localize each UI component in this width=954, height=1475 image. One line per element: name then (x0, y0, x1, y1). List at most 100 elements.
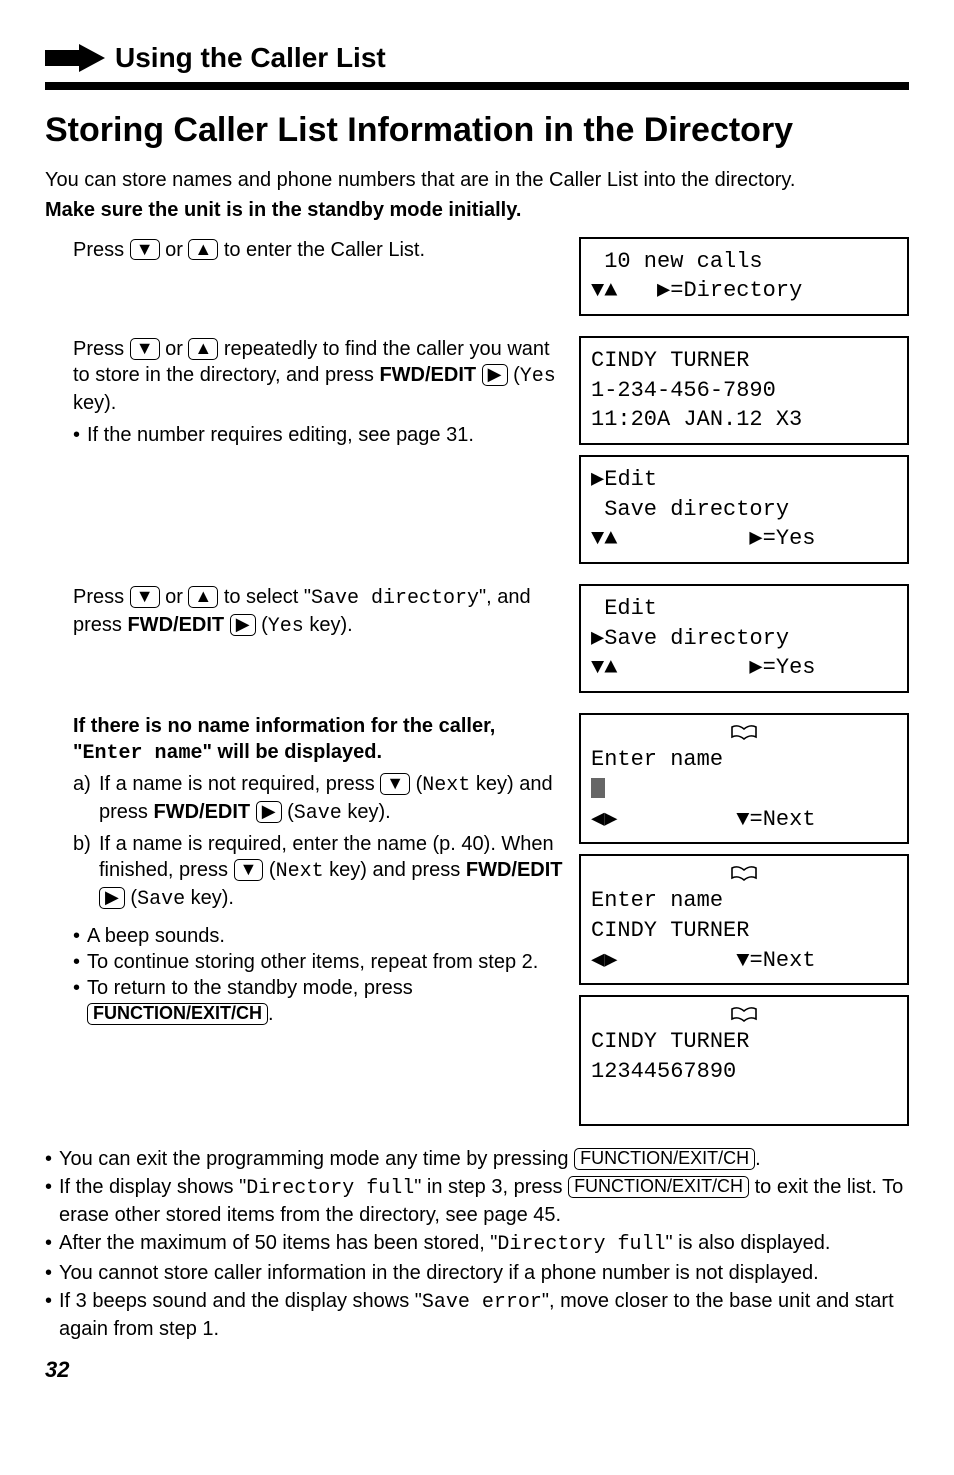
enter-name-label: Enter name (82, 742, 202, 765)
save-label: Save (137, 888, 185, 911)
text: To return to the standby mode, press (87, 977, 413, 999)
step-4-option-a: a) If a name is not required, press ▼ (N… (73, 771, 567, 827)
intro-bold: Make sure the unit is in the standby mod… (45, 197, 909, 223)
lcd-line: Enter name (591, 888, 723, 913)
directory-full-label: Directory full (497, 1233, 665, 1256)
book-icon (730, 725, 758, 741)
key-down: ▼ (380, 773, 410, 795)
key-right: ▶ (230, 614, 256, 636)
text: key). (304, 614, 353, 636)
text: key) and press (324, 859, 466, 881)
text: to select " (224, 586, 311, 608)
note-1: •You can exit the programming mode any t… (45, 1146, 909, 1172)
text: If the number requires editing, see page… (87, 422, 474, 448)
step-3-text: Press ▼ or ▲ to select "Save directory",… (73, 584, 567, 640)
book-icon (730, 866, 758, 882)
lcd-line: ◀▶ ▼=Next (591, 807, 816, 832)
step-2: Press ▼ or ▲ repeatedly to find the call… (45, 336, 909, 564)
cursor-icon (591, 778, 605, 798)
key-up: ▲ (188, 338, 218, 360)
fwd-edit-label: FWD/EDIT (379, 364, 476, 386)
text: " in step 3, press (414, 1176, 568, 1198)
function-exit-ch-key: FUNCTION/EXIT/CH (574, 1148, 755, 1170)
key-right: ▶ (256, 801, 282, 823)
step-2-bullet: •If the number requires editing, see pag… (73, 422, 567, 448)
lcd-display: Enter name ◀▶ ▼=Next (579, 713, 909, 844)
fwd-edit-label: FWD/EDIT (127, 614, 224, 636)
text: ( (125, 887, 137, 909)
intro-text: You can store names and phone numbers th… (45, 167, 909, 193)
divider (45, 82, 909, 90)
text: . (268, 1003, 274, 1025)
text: ( (513, 364, 520, 386)
step-4-bullet-3: •To return to the standby mode, press FU… (73, 975, 567, 1027)
note-2: •If the display shows "Directory full" i… (45, 1174, 909, 1228)
save-label: Save (294, 802, 342, 825)
text: After the maximum of 50 items has been s… (59, 1232, 497, 1254)
lcd-display: CINDY TURNER 1-234-456-7890 11:20A JAN.1… (579, 336, 909, 445)
key-right: ▶ (99, 887, 125, 909)
lcd-line: CINDY TURNER (591, 918, 749, 943)
fwd-edit-label: FWD/EDIT (153, 801, 250, 823)
lcd-display: Enter name CINDY TURNER ◀▶ ▼=Next (579, 854, 909, 985)
footer-notes: •You can exit the programming mode any t… (45, 1146, 909, 1342)
step-1-text: Press ▼ or ▲ to enter the Caller List. (73, 237, 567, 263)
key-down: ▼ (234, 859, 264, 881)
lcd-line: Enter name (591, 747, 723, 772)
lcd-display: CINDY TURNER 12344567890 (579, 995, 909, 1126)
lcd-line: CINDY TURNER (591, 1029, 749, 1054)
step-4-option-b: b) If a name is required, enter the name… (73, 831, 567, 913)
note-4: •You cannot store caller information in … (45, 1260, 909, 1286)
next-label: Next (276, 860, 324, 883)
text: If 3 beeps sound and the display shows " (59, 1290, 422, 1312)
section-title: Using the Caller List (115, 40, 386, 76)
page-title: Storing Caller List Information in the D… (45, 108, 909, 152)
text: If the display shows " (59, 1176, 246, 1198)
fwd-edit-label: FWD/EDIT (466, 859, 563, 881)
text: If a name is not required, press (99, 773, 380, 795)
text: . (755, 1148, 761, 1170)
text: Press (73, 239, 130, 261)
key-up: ▲ (188, 586, 218, 608)
save-error-label: Save error (422, 1291, 542, 1314)
function-exit-ch-key: FUNCTION/EXIT/CH (568, 1176, 749, 1198)
text: " is also displayed. (665, 1232, 830, 1254)
text: Press (73, 586, 130, 608)
text: key). (73, 392, 116, 414)
key-down: ▼ (130, 239, 160, 261)
text: ( (410, 773, 422, 795)
yes-label: Yes (520, 365, 556, 388)
note-3: •After the maximum of 50 items has been … (45, 1230, 909, 1258)
step-4-heading: If there is no name information for the … (73, 713, 567, 767)
book-icon (730, 1007, 758, 1023)
text: Press (73, 338, 130, 360)
yes-label: Yes (268, 615, 304, 638)
step-3: Press ▼ or ▲ to select "Save directory",… (45, 584, 909, 693)
key-down: ▼ (130, 586, 160, 608)
text: ( (282, 801, 294, 823)
key-down: ▼ (130, 338, 160, 360)
directory-full-label: Directory full (246, 1177, 414, 1200)
text: ( (263, 859, 275, 881)
lcd-display: Edit ▶Save directory ▼▲ ▶=Yes (579, 584, 909, 693)
arrow-icon (45, 44, 105, 72)
note-5: •If 3 beeps sound and the display shows … (45, 1288, 909, 1342)
text: You cannot store caller information in t… (59, 1260, 909, 1286)
save-directory-label: Save directory (311, 587, 479, 610)
page-number: 32 (45, 1356, 909, 1385)
key-up: ▲ (188, 239, 218, 261)
lcd-line: 12344567890 (591, 1059, 736, 1084)
text: or (165, 338, 188, 360)
text: or (165, 239, 188, 261)
text: You can exit the programming mode any ti… (59, 1148, 574, 1170)
next-label: Next (422, 774, 470, 797)
step-4: If there is no name information for the … (45, 713, 909, 1126)
step-1: Press ▼ or ▲ to enter the Caller List. 1… (45, 237, 909, 316)
step-4-bullet-2: •To continue storing other items, repeat… (73, 949, 567, 975)
text: to enter the Caller List. (224, 239, 425, 261)
text: ( (261, 614, 268, 636)
text: key). (342, 801, 391, 823)
text: To continue storing other items, repeat … (87, 949, 538, 975)
step-2-text: Press ▼ or ▲ repeatedly to find the call… (73, 336, 567, 416)
function-exit-ch-key: FUNCTION/EXIT/CH (87, 1003, 268, 1025)
